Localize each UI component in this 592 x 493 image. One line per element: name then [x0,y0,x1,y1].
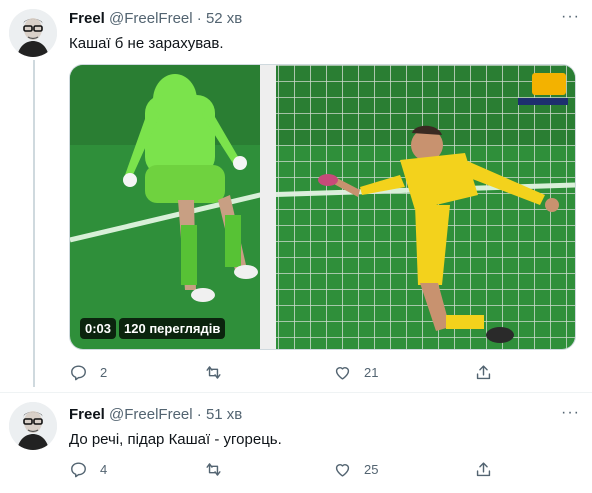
share-icon [476,461,491,476]
user-handle[interactable]: @FreelFreel [109,10,193,27]
share-button[interactable] [474,360,505,384]
like-button[interactable]: 25 [333,457,378,481]
like-count: 21 [364,364,379,380]
display-name[interactable]: Freel [69,406,105,423]
retweet-button[interactable] [204,457,235,481]
video-duration: 0:03 [80,318,117,339]
separator: · [196,406,202,423]
share-icon [476,364,491,379]
display-name[interactable]: Freel [69,10,105,27]
more-icon[interactable]: ··· [561,8,580,26]
reply-count: 4 [100,461,108,477]
reply-button[interactable]: 4 [69,457,107,481]
reply-button[interactable]: 2 [69,360,107,384]
more-icon[interactable]: ··· [561,404,580,422]
reply-count: 2 [100,364,108,380]
tweet-actions: 2 21 [69,360,509,384]
share-button[interactable] [474,457,505,481]
retweet-icon [206,365,221,379]
tweet[interactable]: Freel @FreelFreel · 51 хв ··· До речі, п… [0,393,592,493]
reply-icon [71,364,86,380]
video-frame [70,65,575,349]
video-views: 120 переглядів [119,318,226,339]
video-player[interactable]: 0:03 120 переглядів [69,64,576,350]
retweet-button[interactable] [204,360,235,384]
retweet-icon [206,462,221,476]
like-count: 25 [364,461,379,477]
reply-icon [71,461,86,477]
tweet-text: Кашаї б не зарахував. [69,35,224,52]
tweet-header: Freel @FreelFreel · 52 хв [69,10,242,27]
tweet-actions: 4 25 [69,457,509,481]
timestamp[interactable]: 52 хв [206,10,242,27]
avatar[interactable] [9,402,57,450]
like-icon [335,366,350,380]
timestamp[interactable]: 51 хв [206,406,242,423]
tweet[interactable]: Freel @FreelFreel · 52 хв ··· Кашаї б не… [0,0,592,386]
like-button[interactable]: 21 [333,360,378,384]
user-handle[interactable]: @FreelFreel [109,406,193,423]
video-badge: 0:03 120 переглядів [80,318,226,339]
avatar[interactable] [9,9,57,57]
tweet-header: Freel @FreelFreel · 51 хв [69,406,242,423]
tweet-text: До речі, підар Кашаї - угорець. [69,431,282,448]
separator: · [196,10,202,27]
like-icon [335,463,350,477]
